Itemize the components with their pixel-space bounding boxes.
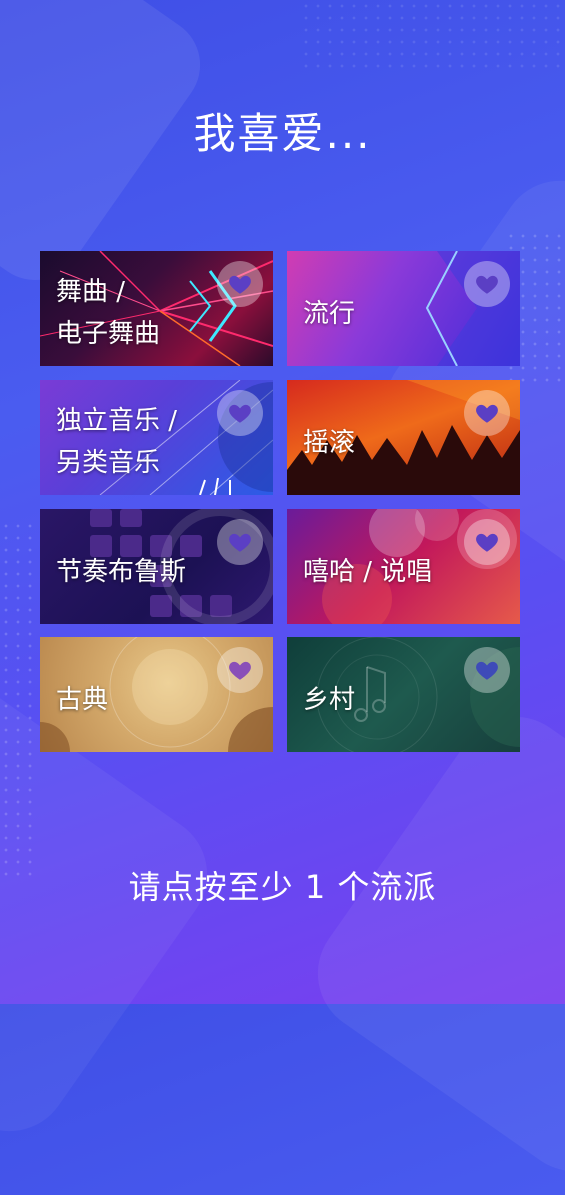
heart-icon[interactable] xyxy=(464,519,510,565)
genre-label: 节奏布鲁斯 xyxy=(56,557,187,587)
background-shape xyxy=(294,693,565,1195)
heart-icon[interactable] xyxy=(217,647,263,693)
genre-label: 古典 xyxy=(56,685,109,715)
background-dots xyxy=(0,520,40,880)
genre-card-rock[interactable]: 摇滚 xyxy=(287,380,520,495)
heart-icon[interactable] xyxy=(217,390,263,436)
genre-card-pop[interactable]: 流行 xyxy=(287,251,520,366)
genre-card-dance-edm[interactable]: 舞曲 / 电子舞曲 xyxy=(40,251,273,366)
genre-label: 电子舞曲 xyxy=(56,319,161,349)
genre-card-country[interactable]: 乡村 xyxy=(287,637,520,752)
genre-label: 乡村 xyxy=(303,685,356,715)
page-title: 我喜爱... xyxy=(193,109,372,158)
background-dots xyxy=(300,0,560,70)
heart-icon[interactable] xyxy=(464,390,510,436)
genre-grid: 舞曲 / 电子舞曲 流行 独立音乐 / 另类音乐 摇滚 节奏布鲁斯 嘻哈 / 说… xyxy=(40,251,520,752)
genre-card-classical[interactable]: 古典 xyxy=(40,637,273,752)
genre-label: 另类音乐 xyxy=(56,448,161,478)
instruction-text: 请点按至少 1 个流派 xyxy=(128,868,437,906)
genre-label: 嘻哈 / 说唱 xyxy=(303,557,433,587)
genre-label: 摇滚 xyxy=(303,428,356,458)
genre-card-hiphop-rap[interactable]: 嘻哈 / 说唱 xyxy=(287,509,520,624)
genre-label: 舞曲 / xyxy=(56,277,126,307)
genre-card-rnb[interactable]: 节奏布鲁斯 xyxy=(40,509,273,624)
heart-icon[interactable] xyxy=(217,519,263,565)
heart-icon[interactable] xyxy=(217,261,263,307)
genre-label: 独立音乐 / xyxy=(56,406,178,436)
heart-icon[interactable] xyxy=(464,647,510,693)
genre-label: 流行 xyxy=(303,299,356,329)
genre-card-indie-alternative[interactable]: 独立音乐 / 另类音乐 xyxy=(40,380,273,495)
heart-icon[interactable] xyxy=(464,261,510,307)
